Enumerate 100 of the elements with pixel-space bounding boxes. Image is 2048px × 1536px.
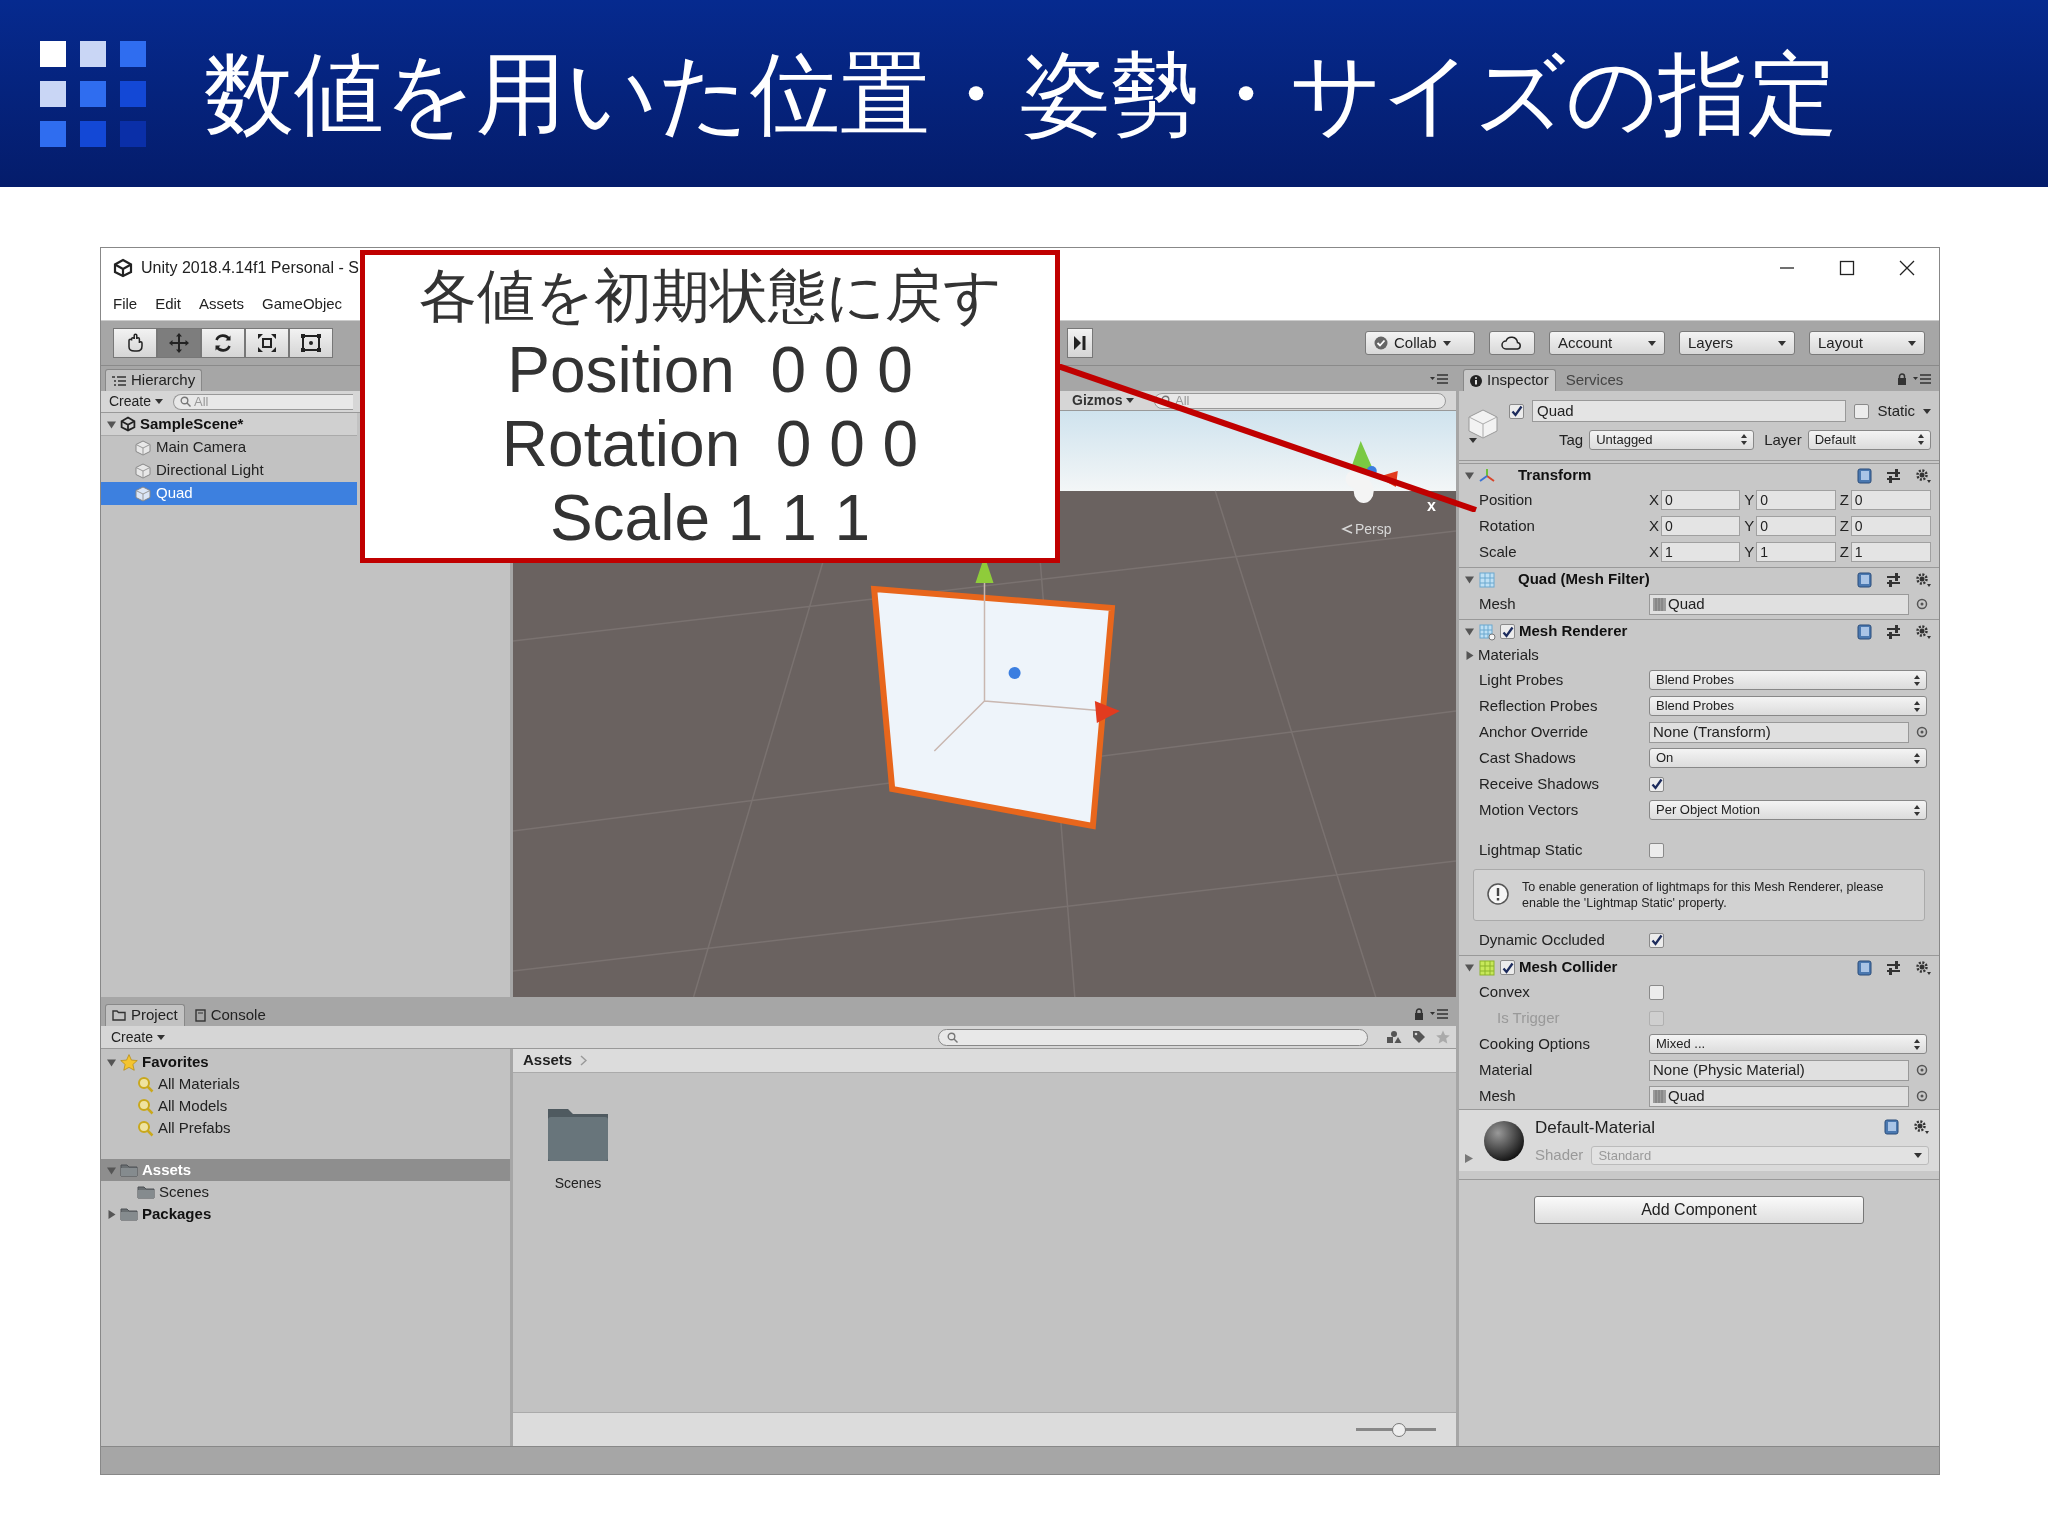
star-icon[interactable]: [1436, 1030, 1450, 1044]
scene-row[interactable]: SampleScene*: [101, 413, 357, 436]
checkbox[interactable]: [1854, 403, 1870, 419]
checkbox[interactable]: [1509, 403, 1524, 419]
hierarchy-tab[interactable]: Hierarchy: [105, 369, 203, 391]
object-field[interactable]: Quad: [1649, 593, 1909, 615]
hierarchy-item[interactable]: Quad: [101, 482, 357, 505]
expand-arrow-icon[interactable]: [1465, 963, 1474, 972]
tree-item[interactable]: All Models: [101, 1095, 510, 1117]
camera-mode-label[interactable]: Persp: [1341, 522, 1392, 536]
number-field[interactable]: 0: [1756, 490, 1836, 510]
expand-arrow-icon[interactable]: [107, 419, 116, 429]
slider-thumb[interactable]: [1392, 1422, 1407, 1437]
dropdown-button[interactable]: Layout: [1809, 331, 1925, 355]
object-field[interactable]: Quad: [1649, 1085, 1909, 1107]
checkbox[interactable]: [1649, 932, 1664, 948]
dropdown[interactable]: Mixed ...: [1649, 1034, 1927, 1054]
expand-arrow-icon[interactable]: [107, 1057, 116, 1067]
dropdown-button[interactable]: Layers: [1679, 331, 1795, 355]
expand-arrow-icon[interactable]: [1465, 650, 1474, 660]
expand-arrow-icon[interactable]: [1465, 627, 1474, 636]
cloud-button[interactable]: [1489, 331, 1535, 355]
hand-tool-button[interactable]: [113, 328, 157, 358]
component-title[interactable]: Mesh Collider: [1519, 956, 1618, 979]
checkbox[interactable]: [1500, 624, 1515, 639]
menu-item[interactable]: Edit: [155, 292, 182, 316]
menu-item[interactable]: Assets: [199, 292, 245, 316]
hierarchy-item[interactable]: Directional Light: [101, 459, 357, 482]
caret-icon: [1923, 408, 1931, 414]
tree-item[interactable]: All Prefabs: [101, 1117, 510, 1139]
filter-type-icon[interactable]: [1386, 1030, 1402, 1044]
rotate-tool-button[interactable]: [201, 328, 245, 358]
foldout-label[interactable]: Materials: [1478, 643, 1539, 667]
step-button[interactable]: [1067, 328, 1093, 358]
number-field[interactable]: 0: [1661, 516, 1741, 536]
dropdown[interactable]: Blend Probes: [1649, 670, 1927, 690]
list-icon: [112, 375, 126, 386]
close-icon[interactable]: [1899, 260, 1915, 276]
number-field[interactable]: 1: [1661, 542, 1741, 562]
panel-tab[interactable]: Console: [188, 1004, 272, 1026]
checkbox[interactable]: [1649, 984, 1664, 1000]
lock-icon[interactable]: [1414, 1007, 1424, 1020]
asset-label[interactable]: Scenes: [554, 1173, 602, 1194]
field-label: Motion Vectors: [1478, 799, 1580, 820]
number-field[interactable]: 0: [1661, 490, 1741, 510]
dropdown[interactable]: Per Object Motion: [1649, 800, 1927, 820]
zoom-slider[interactable]: [1356, 1421, 1436, 1438]
panel-tab[interactable]: Project: [105, 1004, 185, 1026]
tag-dropdown[interactable]: Untagged: [1589, 429, 1755, 450]
tree-item[interactable]: Favorites: [101, 1051, 510, 1073]
rect-tool-button[interactable]: [289, 328, 333, 358]
static-label[interactable]: Static: [1877, 400, 1915, 423]
expand-arrow-icon[interactable]: [107, 1165, 116, 1175]
create-dropdown[interactable]: Create: [105, 391, 168, 412]
menu-item[interactable]: GameObjec: [262, 292, 343, 316]
component-title[interactable]: Transform: [1518, 464, 1592, 487]
field-label: Position: [1478, 489, 1534, 510]
number-field[interactable]: 0: [1850, 490, 1931, 510]
layer-dropdown[interactable]: Default: [1807, 429, 1931, 450]
menu-item[interactable]: File: [113, 292, 138, 316]
name-field[interactable]: Quad: [1532, 400, 1847, 423]
number-field[interactable]: 0: [1850, 516, 1931, 536]
axis-label: x: [1427, 498, 1436, 514]
number-field[interactable]: 1: [1756, 542, 1836, 562]
menu-icon[interactable]: [1913, 373, 1931, 384]
tree-item[interactable]: Scenes: [101, 1181, 510, 1203]
dropdown[interactable]: Blend Probes: [1649, 696, 1927, 716]
component-title[interactable]: Quad (Mesh Filter): [1518, 568, 1650, 591]
menu-icon[interactable]: [1430, 373, 1448, 384]
gizmos-dropdown[interactable]: Gizmos: [1072, 390, 1144, 411]
expand-arrow-icon[interactable]: [1465, 575, 1474, 584]
maximize-icon[interactable]: [1839, 260, 1855, 276]
breadcrumb[interactable]: Assets: [523, 1049, 573, 1072]
search-field[interactable]: [938, 1028, 1368, 1046]
tree-item[interactable]: All Materials: [101, 1073, 510, 1095]
component-title[interactable]: Mesh Renderer: [1519, 620, 1628, 643]
checkbox[interactable]: [1649, 842, 1664, 858]
expand-arrow-icon[interactable]: [1465, 1154, 1473, 1163]
number-field[interactable]: 0: [1756, 516, 1836, 536]
create-dropdown[interactable]: Create: [107, 1026, 170, 1048]
expand-arrow-icon[interactable]: [1465, 471, 1474, 480]
move-tool-button[interactable]: [157, 328, 201, 358]
object-field[interactable]: None (Transform): [1649, 721, 1909, 743]
expand-arrow-icon[interactable]: [107, 1209, 116, 1219]
checkbox[interactable]: [1649, 776, 1664, 792]
hierarchy-item[interactable]: Main Camera: [101, 436, 357, 459]
add-component-button[interactable]: Add Component: [1534, 1196, 1864, 1224]
panel-tab[interactable]: Services: [1559, 369, 1630, 391]
collab-button[interactable]: Collab: [1365, 331, 1475, 355]
label-tag-icon[interactable]: [1412, 1030, 1426, 1044]
checkbox[interactable]: [1500, 960, 1515, 975]
scale-tool-button[interactable]: [245, 328, 289, 358]
dropdown[interactable]: On: [1649, 748, 1927, 768]
panel-tab[interactable]: Inspector: [1463, 369, 1556, 391]
menu-icon[interactable]: [1430, 1008, 1448, 1019]
lock-icon[interactable]: [1897, 372, 1907, 385]
number-field[interactable]: 1: [1850, 542, 1931, 562]
dropdown-button[interactable]: Account: [1549, 331, 1665, 355]
tree-item[interactable]: Packages: [101, 1203, 510, 1225]
object-field[interactable]: None (Physic Material): [1649, 1059, 1909, 1081]
